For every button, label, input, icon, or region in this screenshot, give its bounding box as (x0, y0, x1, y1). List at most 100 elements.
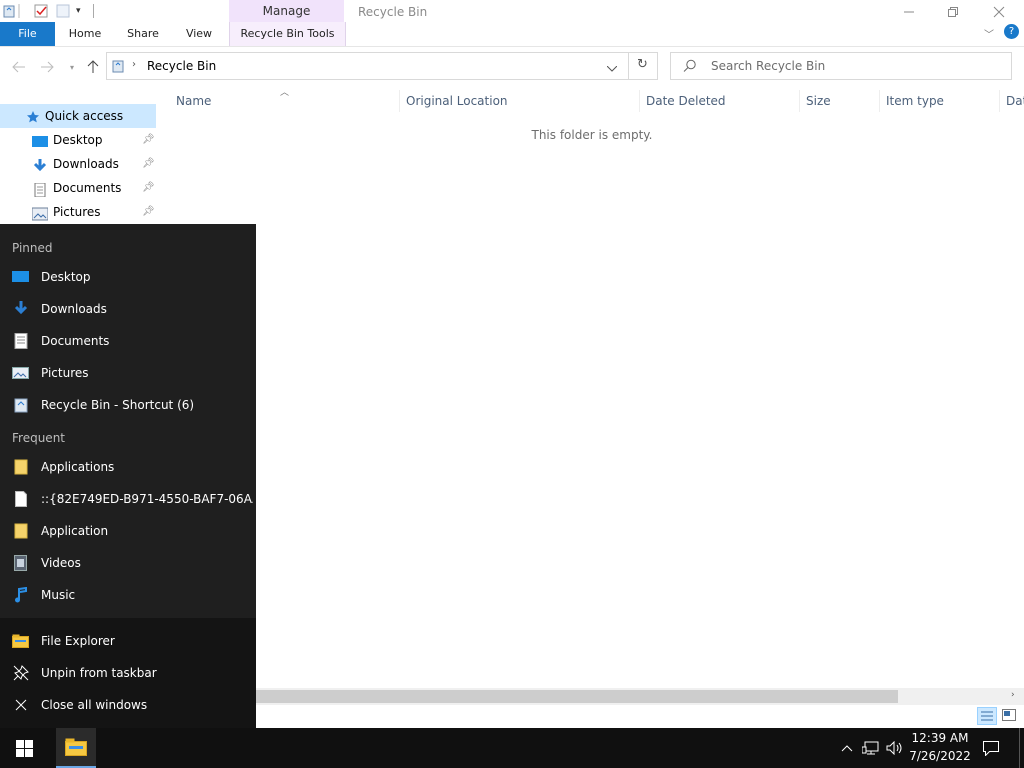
jump-list-unpin[interactable]: Unpin from taskbar (0, 657, 256, 689)
jump-list-frequent-header: Frequent (12, 431, 65, 445)
search-box[interactable]: Search Recycle Bin (670, 52, 1012, 80)
recent-locations-icon[interactable]: ▾ (63, 58, 81, 76)
show-desktop-button[interactable] (1019, 728, 1024, 768)
status-bar (256, 705, 1024, 728)
large-icons-view-icon[interactable] (1002, 709, 1016, 724)
scrollbar-thumb[interactable] (256, 690, 898, 703)
documents-icon (12, 333, 29, 349)
close-icon (12, 697, 29, 713)
tab-view[interactable]: View (176, 22, 222, 46)
nav-item-downloads[interactable]: Downloads 📌︎ (0, 152, 156, 176)
column-header-name[interactable]: Name (170, 90, 398, 112)
file-explorer-icon (12, 633, 29, 649)
jump-list-item-guid[interactable]: ::{82E749ED-B971-4550-BAF7-06AA2B... (0, 483, 256, 515)
action-center-icon[interactable] (980, 728, 1002, 768)
scroll-right-icon[interactable]: › (1011, 690, 1015, 700)
jump-list-close-all[interactable]: Close all windows (0, 689, 256, 721)
recycle-bin-icon (111, 59, 125, 76)
file-icon (12, 491, 29, 507)
pin-icon[interactable]: 📌︎ (142, 176, 155, 200)
nav-label: Documents (53, 181, 122, 195)
desktop-icon (12, 269, 29, 285)
jump-list-item-application[interactable]: Application (0, 515, 256, 547)
restore-button[interactable] (930, 0, 976, 24)
windows-logo-icon (15, 739, 33, 757)
jump-list-label: Pictures (41, 366, 89, 380)
close-window-button[interactable] (976, 0, 1022, 24)
downloads-icon (32, 157, 48, 172)
start-button[interactable] (0, 728, 48, 768)
column-header-date-deleted[interactable]: Date Deleted (639, 90, 798, 112)
jump-list-item-recycle-bin[interactable]: Recycle Bin - Shortcut (6) (0, 389, 256, 421)
tab-recycle-bin-tools[interactable]: Recycle Bin Tools (229, 22, 346, 46)
nav-label: Pictures (53, 205, 101, 219)
address-bar[interactable]: › Recycle Bin (106, 52, 658, 80)
jump-list-actions: File Explorer Unpin from taskbar Close a… (0, 618, 256, 728)
music-icon (12, 587, 29, 603)
refresh-icon: ↻ (637, 57, 648, 72)
nav-label: Desktop (53, 133, 103, 147)
jump-list-pinned-header: Pinned (12, 241, 53, 255)
title-bar: ▾ Manage Recycle Bin (0, 0, 1024, 24)
show-hidden-icons-button[interactable] (838, 728, 856, 768)
manage-tab-group: Manage (229, 0, 344, 22)
taskbar-file-explorer-button[interactable] (56, 728, 96, 768)
column-header-date[interactable]: Dat (999, 90, 1024, 112)
search-input[interactable]: Search Recycle Bin (711, 59, 825, 73)
expand-ribbon-icon[interactable]: ﹀ (984, 26, 994, 41)
folder-icon (12, 523, 29, 539)
help-icon[interactable]: ? (1004, 24, 1019, 39)
recycle-bin-icon (2, 4, 16, 18)
file-explorer-icon (65, 738, 87, 756)
documents-icon (32, 181, 48, 198)
jump-list-label: Applications (41, 460, 115, 474)
column-header-item-type[interactable]: Item type (879, 90, 998, 112)
pin-icon[interactable]: 📌︎ (142, 200, 155, 224)
chevron-down-icon[interactable] (606, 61, 618, 75)
jump-list-item-music[interactable]: Music (0, 579, 256, 611)
breadcrumb-chevron-icon[interactable]: › (132, 59, 136, 70)
column-header-original-location[interactable]: Original Location (399, 90, 639, 112)
tab-file[interactable]: File (0, 22, 55, 46)
breadcrumb[interactable]: Recycle Bin (147, 59, 216, 73)
jump-list-label: Videos (41, 556, 81, 570)
jump-list-file-explorer[interactable]: File Explorer (0, 625, 256, 657)
nav-label: Downloads (53, 157, 119, 171)
jump-list-item-applications[interactable]: Applications (0, 451, 256, 483)
refresh-button[interactable]: ↻ (628, 52, 659, 80)
tab-home[interactable]: Home (60, 22, 110, 46)
column-header-size[interactable]: Size (799, 90, 878, 112)
nav-quick-access[interactable]: Quick access (0, 104, 156, 128)
downloads-icon (12, 301, 29, 317)
jump-list-item-pictures[interactable]: Pictures (0, 357, 256, 389)
jump-list-item-videos[interactable]: Videos (0, 547, 256, 579)
back-button[interactable] (10, 58, 28, 76)
properties-icon[interactable] (34, 4, 48, 18)
pin-icon[interactable]: 📌︎ (142, 128, 155, 152)
nav-item-pictures[interactable]: Pictures 📌︎ (0, 200, 156, 224)
pin-icon[interactable]: 📌︎ (142, 152, 155, 176)
jump-list-label: File Explorer (41, 634, 115, 648)
jump-list-item-documents[interactable]: Documents (0, 325, 256, 357)
nav-item-desktop[interactable]: Desktop 📌︎ (0, 128, 156, 152)
jump-list-item-desktop[interactable]: Desktop (0, 261, 256, 293)
jump-list-label: ::{82E749ED-B971-4550-BAF7-06AA2B... (41, 492, 253, 506)
jump-list-label: Downloads (41, 302, 107, 316)
customize-quick-access-icon[interactable]: ▾ (76, 6, 90, 20)
forward-button[interactable] (38, 58, 56, 76)
minimize-button[interactable] (886, 0, 932, 24)
nav-item-documents[interactable]: Documents 📌︎ (0, 176, 156, 200)
network-icon[interactable] (860, 728, 882, 768)
details-view-icon[interactable] (977, 707, 997, 725)
clock-time: 12:39 AM (911, 731, 969, 745)
divider (18, 4, 20, 18)
tab-share[interactable]: Share (118, 22, 168, 46)
recycle-bin-icon (12, 397, 29, 413)
jump-list-label: Music (41, 588, 76, 602)
up-button[interactable] (84, 58, 102, 76)
new-folder-icon[interactable] (56, 4, 70, 18)
clock[interactable]: 12:39 AM 7/26/2022 (900, 729, 980, 767)
clock-date: 7/26/2022 (909, 749, 971, 763)
jump-list-item-downloads[interactable]: Downloads (0, 293, 256, 325)
ribbon-tabs: File Home Share View Recycle Bin Tools ﹀… (0, 22, 1024, 47)
